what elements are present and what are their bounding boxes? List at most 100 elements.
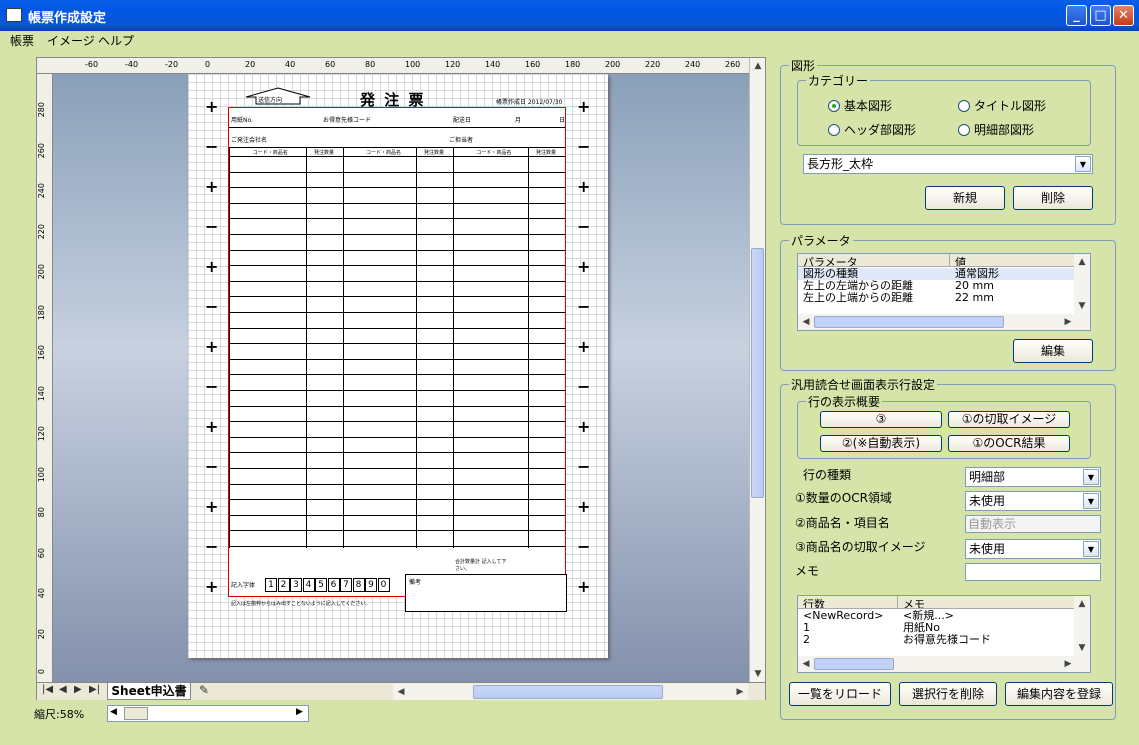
col-code-header: コード・商品名	[252, 150, 288, 156]
sheet-tab[interactable]: Sheet申込書	[107, 683, 191, 700]
param-row[interactable]: 左上の左端からの距離 20 mm	[798, 280, 1074, 292]
ruler-tick-label: 80	[365, 60, 376, 69]
shape-select[interactable]: 長方形_太枠 ▼	[803, 154, 1093, 174]
list-row-number: 1	[803, 622, 810, 634]
param-header-value: 値	[955, 256, 966, 266]
sample-digit: 0	[377, 578, 390, 592]
delete-shape-button[interactable]: 削除	[1013, 186, 1093, 210]
chevron-down-icon[interactable]: ▼	[1083, 469, 1099, 485]
registration-mark: −	[205, 137, 219, 156]
form-row-line	[344, 202, 453, 204]
list-row[interactable]: <NewRecord> <新規...>	[798, 610, 1074, 622]
scroll-left-icon[interactable]: ◀	[393, 684, 409, 700]
param-hscroll[interactable]: ◀ ▶	[798, 314, 1090, 330]
form-row-line	[230, 452, 343, 454]
scroll-right-icon[interactable]: ▶	[732, 684, 748, 700]
row-list-grid[interactable]: 行数 メモ <NewRecord> <新規...> 1 用紙No 2 お得意先様コード ▲ ▼…	[797, 595, 1091, 673]
vertical-scrollbar[interactable]: ▲ ▼	[749, 58, 765, 686]
first-sheet-icon[interactable]: |◀	[42, 684, 53, 695]
list-header-row: 行数	[798, 596, 898, 608]
form-row-line	[230, 514, 343, 516]
list-row[interactable]: 2 お得意先様コード	[798, 634, 1074, 646]
vertical-scroll-thumb[interactable]	[751, 248, 764, 498]
maximize-button[interactable]: □	[1090, 5, 1111, 26]
row-type-label: 行の種類	[803, 468, 852, 482]
list-row[interactable]: 1 用紙No	[798, 622, 1074, 634]
row-settings-group: 汎用読合せ画面表示行設定 行の表示概要 ③ ①の切取イメージ ②(※自動表示) …	[780, 376, 1116, 720]
delivery-label: 配送日	[453, 117, 472, 124]
zoom-right-icon[interactable]: ▶	[296, 707, 303, 717]
menu-item-image[interactable]: イメージ	[47, 32, 95, 49]
radio-title-shape[interactable]: タイトル図形	[958, 97, 1046, 114]
form-row-line	[454, 514, 565, 516]
col-code-header: コード・商品名	[476, 150, 512, 156]
param-vscroll[interactable]: ▲ ▼	[1074, 254, 1090, 314]
ruler-tick-label: 40	[285, 60, 296, 69]
registration-mark: −	[577, 217, 591, 236]
list-vscroll[interactable]: ▲ ▼	[1074, 596, 1090, 656]
form-row-line	[230, 421, 343, 423]
sample-label: 記入字体	[231, 582, 256, 589]
row-type-select[interactable]: 明細部 ▼	[965, 467, 1101, 487]
radio-detail-shape[interactable]: 明細部図形	[958, 121, 1034, 138]
form-row-line	[454, 530, 565, 532]
form-row-line	[230, 343, 343, 345]
form-row-line	[230, 483, 343, 485]
zoom-left-icon[interactable]: ◀	[110, 707, 117, 717]
next-sheet-icon[interactable]: ▶	[74, 684, 82, 695]
form-note: 記入は左揃枠からはみ出すことないように記入してください。	[231, 601, 371, 607]
contact-label: ご担当者	[449, 137, 474, 144]
chevron-down-icon[interactable]: ▼	[1075, 156, 1091, 172]
horizontal-scroll-thumb[interactable]	[473, 685, 663, 699]
parameter-group: パラメータ パラメータ値 図形の種類 通常図形 左上の左端からの距離 20 mm 左上の…	[780, 232, 1116, 371]
overview-auto-button[interactable]: ②(※自動表示)	[820, 435, 942, 452]
form-row-line	[344, 421, 453, 423]
ruler-tick-label: 240	[685, 60, 701, 69]
radio-basic-shape[interactable]: 基本図形	[828, 97, 892, 114]
overview-cut-image-button[interactable]: ①の切取イメージ	[948, 411, 1070, 428]
save-edits-button[interactable]: 編集内容を登録	[1005, 682, 1113, 706]
form-row-line	[344, 468, 453, 469]
menu-item-help[interactable]: ヘルプ	[98, 32, 134, 49]
last-sheet-icon[interactable]: ▶|	[89, 684, 100, 695]
parameter-grid[interactable]: パラメータ値 図形の種類 通常図形 左上の左端からの距離 20 mm 左上の上端からの距…	[797, 253, 1091, 331]
overview-ocr-button[interactable]: ①のOCR結果	[948, 435, 1070, 452]
horizontal-scrollbar[interactable]: ◀ ▶	[393, 684, 748, 700]
param-row[interactable]: 左上の上端からの距離 22 mm	[798, 292, 1074, 304]
memo-input[interactable]	[965, 563, 1101, 581]
list-hscroll[interactable]: ◀ ▶	[798, 656, 1090, 672]
ruler-tick-label: 120	[445, 60, 461, 69]
delete-selected-row-button[interactable]: 選択行を削除	[899, 682, 997, 706]
vertical-ruler: 280 260 240 220 200 180 160 140 120 100 80 60 40 20 0	[37, 74, 53, 686]
close-button[interactable]: ✕	[1113, 5, 1134, 26]
reload-list-button[interactable]: 一覧をリロード	[789, 682, 891, 706]
param-row[interactable]: 図形の種類 通常図形	[798, 268, 1074, 280]
new-sheet-icon[interactable]: ✎	[199, 683, 209, 697]
new-shape-button[interactable]: 新規	[925, 186, 1005, 210]
ocr-area-select[interactable]: 未使用 ▼	[965, 491, 1101, 511]
registration-mark: −	[205, 457, 219, 476]
radio-header-shape[interactable]: ヘッダ部図形	[828, 121, 916, 138]
param-name: 左上の左端からの距離	[803, 280, 913, 292]
chevron-down-icon[interactable]: ▼	[1083, 493, 1099, 509]
menu-item-form[interactable]: 帳票	[10, 32, 34, 49]
overview-group: 行の表示概要 ③ ①の切取イメージ ②(※自動表示) ①のOCR結果	[797, 393, 1091, 459]
zoom-thumb[interactable]	[124, 707, 148, 720]
ruler-tick-label: 260	[725, 60, 741, 69]
form-row-line	[230, 156, 343, 157]
scroll-down-icon[interactable]: ▼	[750, 666, 766, 682]
shape-group: 図形 カテゴリー 基本図形 タイトル図形 ヘッダ部図形 明細部図形 長方形_太枠…	[780, 57, 1116, 225]
overview-button-3[interactable]: ③	[820, 411, 942, 428]
ruler-tick-label: 140	[485, 60, 501, 69]
minimize-button[interactable]: _	[1066, 5, 1087, 26]
zoom-slider[interactable]: ◀ ▶	[107, 705, 309, 722]
menu-bar: 帳票 イメージ ヘルプ	[0, 31, 1139, 49]
scroll-up-icon[interactable]: ▲	[750, 58, 766, 74]
ruler-tick-label: 60	[37, 547, 46, 558]
prev-sheet-icon[interactable]: ◀	[59, 684, 67, 695]
chevron-down-icon[interactable]: ▼	[1083, 541, 1099, 557]
form-row-line	[230, 436, 343, 438]
cut-image-select[interactable]: 未使用 ▼	[965, 539, 1101, 559]
form-row-line	[454, 218, 565, 220]
edit-parameter-button[interactable]: 編集	[1013, 339, 1093, 363]
